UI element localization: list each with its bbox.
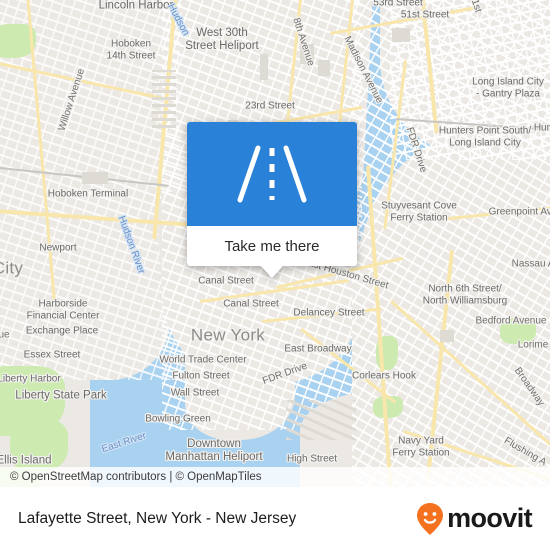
map-piers-brooklyn bbox=[286, 400, 356, 440]
map-attribution[interactable]: © OpenStreetMap contributors | © OpenMap… bbox=[0, 467, 550, 487]
popup-pointer bbox=[261, 266, 283, 278]
map-building-midtown-a bbox=[300, 44, 314, 64]
moovit-logo[interactable]: moovit bbox=[415, 502, 533, 536]
bottom-bar: Lafayette Street, New York - New Jersey … bbox=[0, 487, 550, 550]
location-title: Lafayette Street, New York - New Jersey bbox=[18, 509, 297, 527]
map-piers-west bbox=[152, 70, 176, 128]
popup-icon-header bbox=[187, 122, 357, 226]
moovit-wordmark: moovit bbox=[447, 503, 533, 533]
map-park-ellis bbox=[10, 420, 68, 472]
map-building-midtown-b bbox=[318, 60, 330, 76]
map-building-nj bbox=[82, 172, 108, 184]
app-root: Lincoln Harbor Hoboken 14th Street Willow A… bbox=[0, 0, 550, 550]
map-building-bk bbox=[440, 330, 454, 342]
take-me-there-popup[interactable]: Take me there bbox=[187, 122, 357, 278]
road-icon bbox=[237, 145, 307, 203]
take-me-there-button[interactable]: Take me there bbox=[187, 226, 357, 266]
map-building-midtown-c bbox=[392, 28, 410, 42]
moovit-pin-smiley-icon bbox=[417, 502, 444, 535]
map-park-mccarren bbox=[500, 318, 536, 344]
map-building-midtown-d bbox=[260, 54, 268, 80]
map-blocks-queens bbox=[390, 0, 550, 160]
take-me-there-label: Take me there bbox=[224, 237, 320, 255]
